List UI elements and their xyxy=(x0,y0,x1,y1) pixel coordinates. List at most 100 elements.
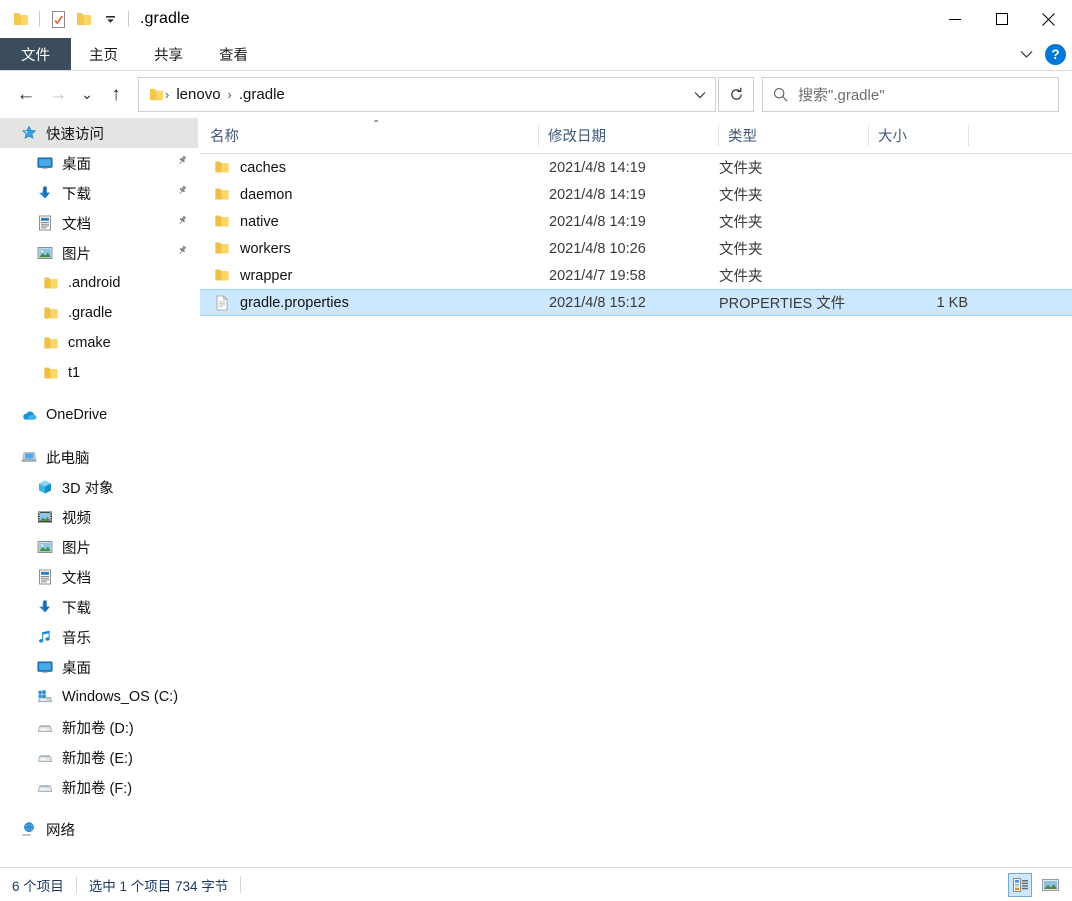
details-view-button[interactable] xyxy=(1008,872,1032,897)
download-icon xyxy=(34,184,56,202)
back-button[interactable]: ← xyxy=(10,77,42,113)
file-name-cell[interactable]: workers xyxy=(214,241,291,257)
folder-icon xyxy=(40,334,62,352)
sidebar-item-label: 音乐 xyxy=(62,630,91,647)
refresh-button[interactable] xyxy=(718,77,754,112)
sidebar-item-label: 桌面 xyxy=(62,156,91,173)
table-row[interactable]: daemon 2021/4/8 14:19 文件夹 xyxy=(200,181,1072,208)
column-header-size[interactable]: 大小 xyxy=(868,118,968,153)
this-pc-icon xyxy=(18,448,40,466)
sidebar-item-3d-对象[interactable]: 3D 对象 xyxy=(0,472,198,502)
file-name-label: wrapper xyxy=(240,267,293,284)
column-header-date[interactable]: 修改日期 xyxy=(538,118,718,153)
sidebar-item-onedrive[interactable]: OneDrive xyxy=(0,400,198,430)
breadcrumb-item-gradle[interactable]: .gradle xyxy=(233,82,291,108)
breadcrumb-root-icon[interactable] xyxy=(147,88,164,102)
breadcrumb-item-lenovo[interactable]: lenovo xyxy=(170,82,226,108)
file-name-label: daemon xyxy=(240,186,293,203)
sidebar-item-label: 快速访问 xyxy=(46,126,104,143)
sidebar-item--gradle[interactable]: .gradle xyxy=(0,298,198,328)
sidebar-item-label: t1 xyxy=(68,365,81,381)
table-row[interactable]: workers 2021/4/8 10:26 文件夹 xyxy=(200,235,1072,262)
file-date-cell: 2021/4/8 15:12 xyxy=(549,294,646,311)
file-name-cell[interactable]: daemon xyxy=(214,187,292,203)
pictures-icon xyxy=(34,538,56,556)
minimize-button[interactable] xyxy=(931,0,978,38)
file-name-cell[interactable]: native xyxy=(214,214,279,230)
address-bar[interactable]: › lenovo › .gradle xyxy=(138,77,716,112)
window-controls xyxy=(931,0,1072,38)
sidebar-item-图片[interactable]: 图片 xyxy=(0,532,198,562)
help-icon[interactable]: ? xyxy=(1045,43,1066,65)
star-icon xyxy=(18,124,40,142)
table-row[interactable]: gradle.properties 2021/4/8 15:12 PROPERTIE… xyxy=(200,289,1072,316)
videos-icon xyxy=(34,508,56,526)
sidebar-item-下载[interactable]: 下载 xyxy=(0,592,198,622)
file-icon xyxy=(214,294,231,311)
table-row[interactable]: native 2021/4/8 14:19 文件夹 xyxy=(200,208,1072,235)
sidebar-item-t1[interactable]: t1 xyxy=(0,358,198,388)
breadcrumb: › lenovo › .gradle xyxy=(147,82,687,108)
customize-dropdown-icon[interactable] xyxy=(97,6,123,32)
file-name-cell[interactable]: caches xyxy=(214,160,286,176)
sidebar-item-视频[interactable]: 视频 xyxy=(0,502,198,532)
file-name-label: native xyxy=(240,213,279,230)
sidebar-item-文档[interactable]: 文档 xyxy=(0,208,198,238)
sidebar-item-快速访问[interactable]: 快速访问 xyxy=(0,118,198,148)
tab-view[interactable]: 查看 xyxy=(201,38,266,70)
folder-icon[interactable] xyxy=(8,6,34,32)
sidebar-item-label: 图片 xyxy=(62,540,91,557)
windows-drive-icon xyxy=(34,688,56,706)
folder-icon xyxy=(214,268,231,283)
file-name-cell[interactable]: wrapper xyxy=(214,268,292,284)
new-folder-icon[interactable] xyxy=(71,6,97,32)
recent-locations-button[interactable]: ⌄ xyxy=(74,77,100,113)
sidebar-item-下载[interactable]: 下载 xyxy=(0,178,198,208)
chevron-down-icon[interactable] xyxy=(1015,50,1037,59)
address-dropdown-icon[interactable] xyxy=(687,79,713,110)
pin-icon[interactable] xyxy=(177,155,190,172)
tab-file[interactable]: 文件 xyxy=(0,38,71,70)
network-icon xyxy=(18,820,40,838)
column-header-name[interactable]: 名称 xyxy=(200,118,538,153)
sidebar-item-label: 桌面 xyxy=(62,660,91,677)
large-icons-view-button[interactable] xyxy=(1038,873,1062,897)
maximize-button[interactable] xyxy=(978,0,1025,38)
sidebar-item-文档[interactable]: 文档 xyxy=(0,562,198,592)
quick-access-toolbar: .gradle xyxy=(0,0,190,38)
sidebar-item-windows_os-c-[interactable]: Windows_OS (C:) xyxy=(0,682,198,712)
table-row[interactable]: wrapper 2021/4/7 19:58 文件夹 xyxy=(200,262,1072,289)
sidebar-item-新加卷-d-[interactable]: 新加卷 (D:) xyxy=(0,712,198,742)
sidebar-item-音乐[interactable]: 音乐 xyxy=(0,622,198,652)
column-divider-4[interactable] xyxy=(968,125,969,146)
sidebar-item-新加卷-f-[interactable]: 新加卷 (F:) xyxy=(0,772,198,802)
sidebar-item-label: .gradle xyxy=(68,305,113,321)
sidebar-item-桌面[interactable]: 桌面 xyxy=(0,652,198,682)
sort-ascending-icon: ⌃ xyxy=(372,119,381,130)
pin-icon[interactable] xyxy=(177,245,190,262)
search-box[interactable]: 搜索".gradle" xyxy=(762,77,1059,112)
pin-icon[interactable] xyxy=(177,185,190,202)
navigation-pane[interactable]: 快速访问 桌面 下载 文档 图片 .android .gradle cmake t1 OneDri… xyxy=(0,118,199,867)
tab-home[interactable]: 主页 xyxy=(71,38,136,70)
sidebar-item-此电脑[interactable]: 此电脑 xyxy=(0,442,198,472)
sidebar-item-图片[interactable]: 图片 xyxy=(0,238,198,268)
sidebar-item-网络[interactable]: 网络 xyxy=(0,814,198,844)
close-button[interactable] xyxy=(1025,0,1072,38)
pin-icon[interactable] xyxy=(177,215,190,232)
sidebar-item-新加卷-e-[interactable]: 新加卷 (E:) xyxy=(0,742,198,772)
sidebar-item--android[interactable]: .android xyxy=(0,268,198,298)
table-row[interactable]: caches 2021/4/8 14:19 文件夹 xyxy=(200,154,1072,181)
file-name-cell[interactable]: gradle.properties xyxy=(214,295,349,311)
file-date-cell: 2021/4/8 10:26 xyxy=(549,240,646,257)
sidebar-item-cmake[interactable]: cmake xyxy=(0,328,198,358)
sidebar-item-label: 视频 xyxy=(62,510,91,527)
tab-share[interactable]: 共享 xyxy=(136,38,201,70)
folder-icon xyxy=(40,274,62,292)
column-header-type[interactable]: 类型 xyxy=(718,118,868,153)
up-button[interactable]: ↑ xyxy=(100,77,132,113)
sidebar-item-label: 网络 xyxy=(46,822,75,839)
search-input[interactable]: 搜索".gradle" xyxy=(798,84,885,105)
sidebar-item-桌面[interactable]: 桌面 xyxy=(0,148,198,178)
properties-icon[interactable] xyxy=(45,6,71,32)
